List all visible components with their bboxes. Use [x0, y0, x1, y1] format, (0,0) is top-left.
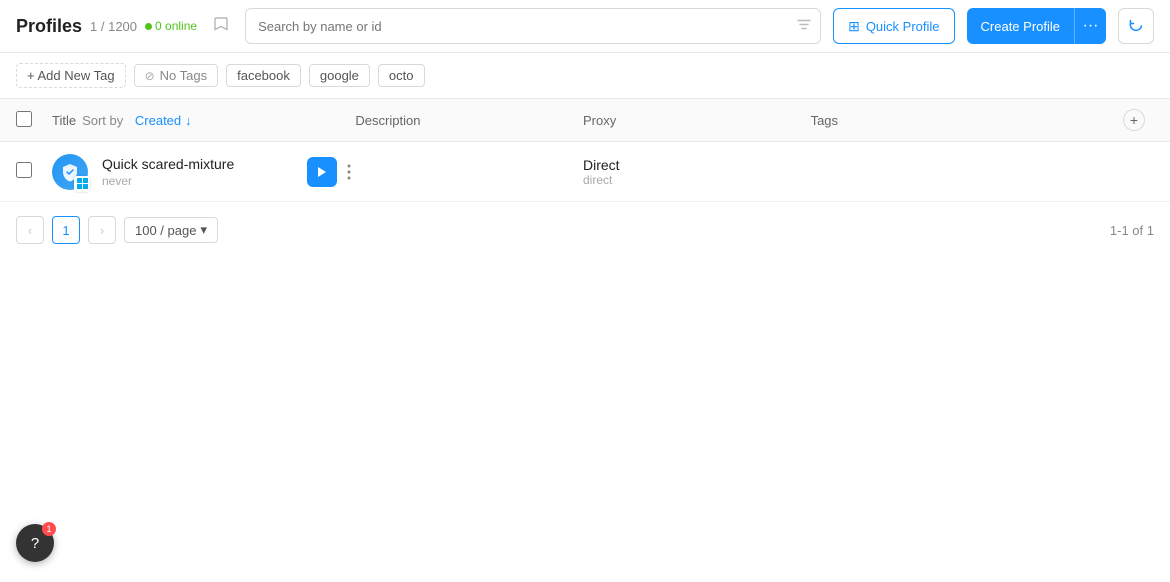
add-tag-label: + Add New Tag	[27, 68, 115, 83]
select-all-checkbox[interactable]	[16, 111, 32, 127]
per-page-chevron-icon: ▾	[200, 222, 207, 238]
more-icon	[347, 164, 351, 180]
sort-arrow-icon: ↓	[185, 113, 192, 128]
header-title-group: Profiles 1 / 1200 0 online	[16, 16, 197, 37]
profile-count: 1 / 1200	[90, 19, 137, 34]
search-input[interactable]	[245, 8, 821, 44]
description-column-header: Description	[355, 112, 583, 128]
help-button[interactable]: ? 1	[16, 524, 54, 562]
tags-column-header: Tags	[811, 112, 1114, 128]
create-profile-more-button[interactable]: ···	[1074, 8, 1106, 44]
next-icon: ›	[100, 223, 104, 238]
proxy-name: Direct	[583, 157, 811, 173]
online-dot-icon	[145, 23, 152, 30]
per-page-label: 100 / page	[135, 223, 196, 238]
description-label: Description	[355, 113, 420, 128]
pagination: ‹ 1 › 100 / page ▾ 1-1 of 1	[0, 202, 1170, 258]
row-proxy-col: Direct direct	[583, 157, 811, 187]
row-action-buttons	[307, 157, 355, 187]
proxy-type: direct	[583, 173, 811, 187]
row-more-button[interactable]	[343, 162, 355, 182]
pagination-range: 1-1 of 1	[1110, 223, 1154, 238]
bookmark-button[interactable]	[209, 12, 233, 41]
play-button[interactable]	[307, 157, 337, 187]
quick-profile-label: Quick Profile	[866, 19, 940, 34]
help-notification-badge: 1	[42, 522, 56, 536]
proxy-label: Proxy	[583, 113, 616, 128]
help-icon: ?	[31, 535, 39, 552]
prev-page-button[interactable]: ‹	[16, 216, 44, 244]
windows-os-icon	[77, 178, 88, 189]
create-profile-label: Create Profile	[981, 19, 1060, 34]
sort-controls: Sort by Created ↓	[82, 113, 192, 128]
search-container	[245, 8, 821, 44]
row-checkbox[interactable]	[16, 162, 32, 178]
sort-by-label: Sort by	[82, 113, 123, 128]
sort-field-link[interactable]: Created	[135, 113, 181, 128]
play-icon	[317, 166, 327, 178]
tag-google[interactable]: google	[309, 64, 370, 87]
ellipsis-icon: ···	[1083, 17, 1099, 35]
actions-column-header: +	[1114, 109, 1154, 131]
proxy-column-header: Proxy	[583, 112, 811, 128]
create-profile-button[interactable]: Create Profile	[967, 8, 1074, 44]
add-column-button[interactable]: +	[1123, 109, 1145, 131]
refresh-button[interactable]	[1118, 8, 1154, 44]
prev-icon: ‹	[28, 223, 32, 238]
filter-icon	[797, 18, 811, 35]
quick-profile-button[interactable]: ⊞ Quick Profile	[833, 8, 954, 44]
per-page-select[interactable]: 100 / page ▾	[124, 217, 218, 243]
header-checkbox-col	[16, 111, 52, 130]
title-column-header: Title Sort by Created ↓	[52, 113, 355, 128]
header: Profiles 1 / 1200 0 online ⊞ Quick Profi…	[0, 0, 1170, 53]
profile-last-used: never	[102, 174, 234, 188]
title-label: Title	[52, 113, 76, 128]
current-page-button[interactable]: 1	[52, 216, 80, 244]
tag-facebook[interactable]: facebook	[226, 64, 301, 87]
refresh-icon	[1128, 18, 1144, 34]
online-badge: 0 online	[145, 19, 197, 33]
current-page: 1	[62, 223, 69, 238]
tag-no-tags[interactable]: ⊘ No Tags	[134, 64, 219, 87]
os-badge	[74, 176, 90, 192]
tags-row: + Add New Tag ⊘ No Tags facebook google …	[0, 53, 1170, 99]
add-tag-button[interactable]: + Add New Tag	[16, 63, 126, 88]
tag-octo[interactable]: octo	[378, 64, 425, 87]
row-checkbox-col	[16, 162, 52, 181]
facebook-tag-label: facebook	[237, 68, 290, 83]
bookmark-icon	[213, 16, 229, 32]
row-title-col: Quick scared-mixture never	[52, 154, 355, 190]
table-header: Title Sort by Created ↓ Description Prox…	[0, 99, 1170, 142]
create-profile-group: Create Profile ···	[967, 8, 1106, 44]
google-tag-label: google	[320, 68, 359, 83]
tags-label: Tags	[811, 113, 838, 128]
octo-tag-label: octo	[389, 68, 414, 83]
profile-name: Quick scared-mixture	[102, 156, 234, 172]
next-page-button[interactable]: ›	[88, 216, 116, 244]
no-tags-icon: ⊘	[145, 69, 155, 83]
table-row: Quick scared-mixture never Direct direct	[0, 142, 1170, 202]
no-tags-label: No Tags	[160, 68, 207, 83]
windows-icon: ⊞	[848, 18, 860, 35]
profile-info: Quick scared-mixture never	[102, 156, 234, 188]
page-title: Profiles	[16, 16, 82, 37]
profile-avatar-wrapper	[52, 154, 88, 190]
